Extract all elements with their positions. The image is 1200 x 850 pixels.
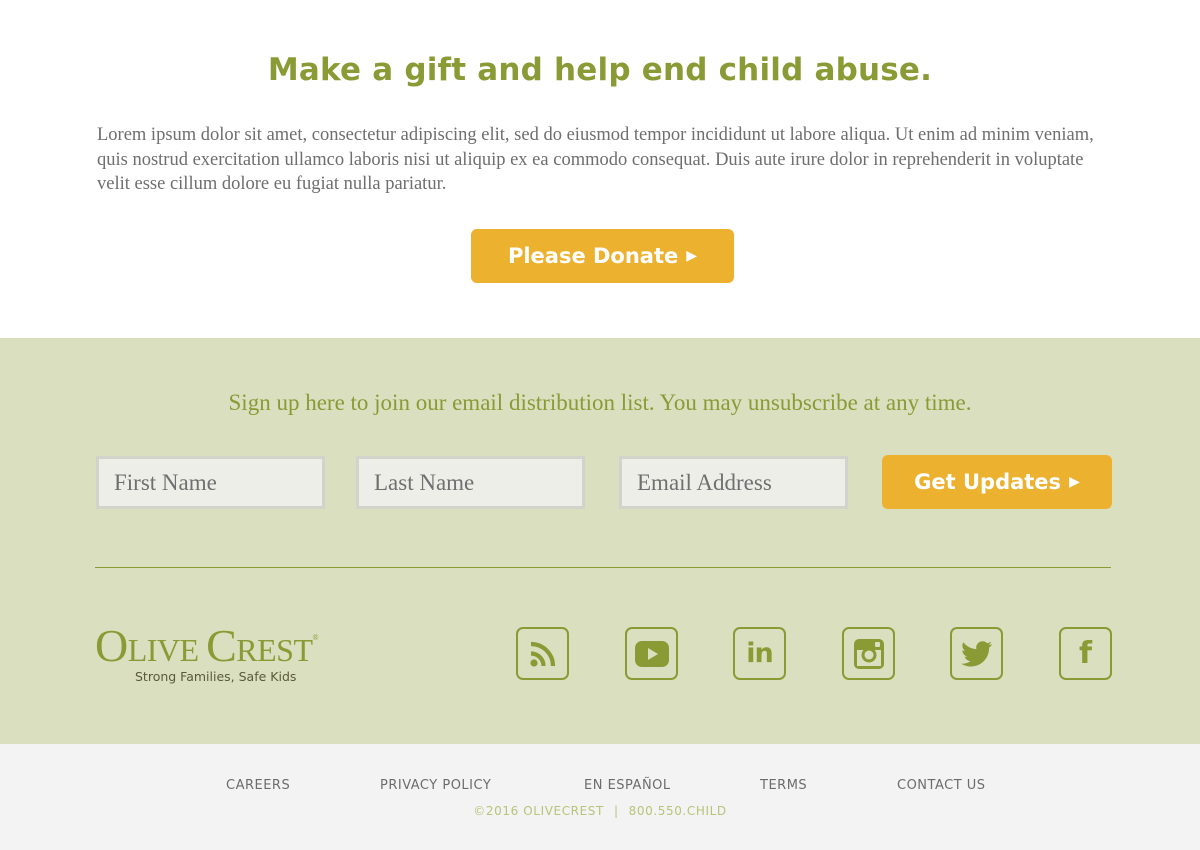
footer-link-contact-us[interactable]: CONTACT US <box>897 778 986 793</box>
instagram-link[interactable] <box>842 627 895 680</box>
logo-wordmark: OLIVE CREST® <box>95 620 319 671</box>
copyright-line: ©2016 OLIVECREST | 800.550.CHILD <box>0 804 1200 818</box>
youtube-icon <box>634 640 669 667</box>
copyright-separator: | <box>613 804 619 818</box>
donate-section: Make a gift and help end child abuse. Lo… <box>0 0 1200 338</box>
footer-link-en-espanol[interactable]: EN ESPAÑOL <box>584 778 671 793</box>
play-arrow-icon: ▶ <box>1069 474 1080 490</box>
facebook-icon: f <box>1078 636 1093 671</box>
twitter-icon <box>960 640 992 666</box>
footer-link-privacy-policy[interactable]: PRIVACY POLICY <box>380 778 491 793</box>
signup-description: Sign up here to join our email distribut… <box>228 390 972 415</box>
olivecrest-logo[interactable]: OLIVE CREST® Strong Families, Safe Kids <box>95 619 345 689</box>
email-field[interactable] <box>619 456 848 509</box>
youtube-link[interactable] <box>625 627 678 680</box>
donate-description: Lorem ipsum dolor sit amet, consectetur … <box>97 125 1094 194</box>
donate-button[interactable]: Please Donate ▶ <box>471 229 734 283</box>
donate-button-label: Please Donate <box>507 244 679 268</box>
linkedin-link[interactable]: in <box>733 627 786 680</box>
signup-section: Sign up here to join our email distribut… <box>0 338 1200 744</box>
logo-tagline: Strong Families, Safe Kids <box>135 669 297 684</box>
phone-number: 800.550.CHILD <box>628 804 727 818</box>
get-updates-button[interactable]: Get Updates ▶ <box>882 455 1112 509</box>
play-arrow-icon: ▶ <box>686 248 698 264</box>
footer-link-careers[interactable]: CAREERS <box>226 778 290 793</box>
footer-link-terms[interactable]: TERMS <box>760 778 807 793</box>
twitter-link[interactable] <box>950 627 1003 680</box>
linkedin-icon: in <box>746 638 774 669</box>
last-name-field[interactable] <box>356 456 585 509</box>
rss-icon <box>529 641 555 667</box>
section-divider <box>95 567 1111 568</box>
page-footer: CAREERS PRIVACY POLICY EN ESPAÑOL TERMS … <box>0 744 1200 850</box>
instagram-icon <box>853 638 884 669</box>
get-updates-label: Get Updates <box>914 470 1062 494</box>
rss-link[interactable] <box>516 627 569 680</box>
facebook-link[interactable]: f <box>1059 627 1112 680</box>
donate-heading: Make a gift and help end child abuse. <box>267 52 933 88</box>
copyright-text: ©2016 OLIVECREST <box>473 804 604 818</box>
first-name-field[interactable] <box>96 456 325 509</box>
